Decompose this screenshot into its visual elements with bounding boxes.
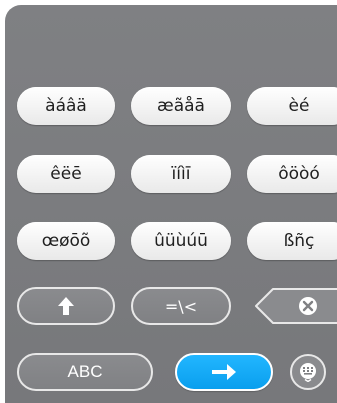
- accent-keyboard: àáâä æãåā èé êëē ïíìī ôöòó œøōõ ûüùúū ßñ…: [5, 5, 337, 403]
- hide-keyboard-button[interactable]: [290, 354, 326, 390]
- key-ae-accents[interactable]: æãåā: [131, 87, 231, 125]
- key-o-accents[interactable]: ôöòó: [247, 155, 337, 193]
- keyboard-icon: [300, 363, 316, 382]
- symbols-label: =\<: [164, 296, 198, 316]
- key-u-accents[interactable]: ûüùúū: [131, 222, 231, 260]
- key-e-accents[interactable]: êëē: [17, 155, 115, 193]
- symbols-button[interactable]: =\<: [131, 287, 231, 325]
- arrow-up-icon: [58, 297, 74, 315]
- key-ss-n-c-accents[interactable]: ßñç: [247, 222, 337, 260]
- backspace-button[interactable]: [253, 287, 337, 325]
- key-i-accents[interactable]: ïíìī: [131, 155, 231, 193]
- abc-label: ABC: [67, 362, 103, 381]
- enter-button[interactable]: [175, 353, 273, 391]
- shift-button[interactable]: [17, 287, 115, 325]
- backspace-icon: [255, 288, 337, 324]
- arrow-right-icon: [212, 364, 236, 380]
- abc-button[interactable]: ABC: [17, 353, 153, 391]
- key-a-accents[interactable]: àáâä: [17, 87, 115, 125]
- key-e-accents-short[interactable]: èé: [247, 87, 337, 125]
- key-oe-accents[interactable]: œøōõ: [17, 222, 115, 260]
